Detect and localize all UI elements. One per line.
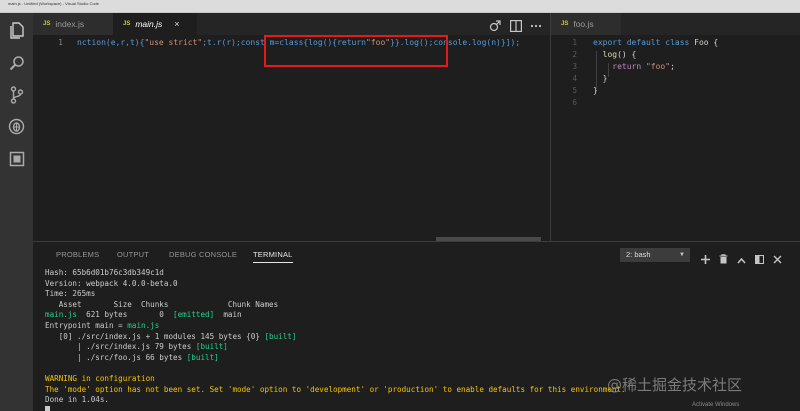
tab-problems[interactable]: PROBLEMS [56,250,99,259]
js-file-icon: JS [123,21,131,27]
line-number: 5 [572,86,577,95]
tab-main-js[interactable]: JS main.js × [113,13,197,35]
window-title: main.js - Untitled (Workspace) - Visual … [8,1,99,6]
tab-terminal[interactable]: TERMINAL [253,250,293,263]
extensions-icon[interactable] [7,149,26,168]
tab-foo-js[interactable]: JS foo.js [551,13,621,35]
more-actions-icon[interactable] [530,17,542,36]
code-line: } [593,74,608,83]
tab-label: index.js [55,19,85,29]
search-icon[interactable] [7,53,26,72]
split-icon[interactable] [754,249,765,268]
terminal-select-value: 2: bash [626,250,651,259]
line-number: 2 [572,50,577,59]
trash-icon[interactable] [719,249,728,268]
terminal-line: Asset Size Chunks Chunk Names [45,299,279,309]
editor-tabs-left: JS index.js JS main.js × [33,13,550,35]
terminal-asset-name: main.js [45,310,78,320]
panel-actions [701,249,782,268]
highlight-box [264,35,448,67]
terminal-warning-title: WARNING in configuration [45,373,155,383]
terminal-emitted: [emitted] [173,310,215,320]
terminal-warning-text: The 'mode' option has not been set. Set … [45,384,626,394]
terminal-cursor [45,405,50,411]
terminal-line: Version: webpack 4.0.0-beta.0 [45,278,178,288]
watermark: @稀土掘金技术社区 [607,376,743,394]
chevron-down-icon: ▼ [679,252,685,258]
editor-foo-js[interactable]: 1 2 3 4 5 6 export default class Foo { l… [551,35,800,240]
code-line: export default class Foo { [593,38,719,47]
explorer-icon[interactable] [7,21,26,40]
title-bar: main.js - Untitled (Workspace) - Visual … [0,0,800,7]
terminal-line: Entrypoint main = [45,320,128,330]
line-number: 1 [58,38,63,47]
js-file-icon: JS [43,21,51,27]
tab-label: foo.js [573,19,594,29]
line-number: 4 [572,74,577,83]
line-number: 3 [572,62,577,71]
editor-main-js[interactable]: 1 nction(e,r,t){"use strict";t.r(r);cons… [33,35,550,240]
terminal-select[interactable]: 2: bash ▼ [620,248,690,262]
line-number: 6 [572,98,577,107]
code-token: nction(e,r,t){ [77,38,145,47]
chevron-up-icon[interactable] [737,249,746,268]
code-line: log() { [593,50,637,59]
split-editor-icon[interactable] [510,17,523,36]
debug-icon[interactable] [7,117,26,136]
close-tab-icon[interactable]: × [174,19,179,29]
open-changes-icon[interactable] [489,17,502,36]
js-file-icon: JS [561,21,569,27]
activate-windows-text: Activate Windows [692,402,740,408]
code-string: "use strict" [144,38,203,47]
activity-bar [0,13,33,411]
terminal-output[interactable]: Hash: 65b6d01b76c3db349c1d Version: webp… [45,268,626,411]
close-icon[interactable] [773,249,782,268]
editor-tabs-right: JS foo.js [551,13,800,35]
code-line: return "foo"; [593,62,675,71]
code-line: } [593,86,598,95]
line-number: 1 [572,38,577,47]
tab-label: main.js [135,19,163,29]
terminal-line: Done in 1.04s. [45,395,110,405]
tab-output[interactable]: OUTPUT [117,250,149,259]
tab-debug-console[interactable]: DEBUG CONSOLE [169,250,237,259]
terminal-line: Time: 265ms [45,289,96,299]
source-control-icon[interactable] [7,85,26,104]
add-icon[interactable] [701,249,710,268]
editor-actions [489,17,542,36]
tab-index-js[interactable]: JS index.js [33,13,113,35]
terminal-line: Hash: 65b6d01b76c3db349c1d [45,268,164,277]
